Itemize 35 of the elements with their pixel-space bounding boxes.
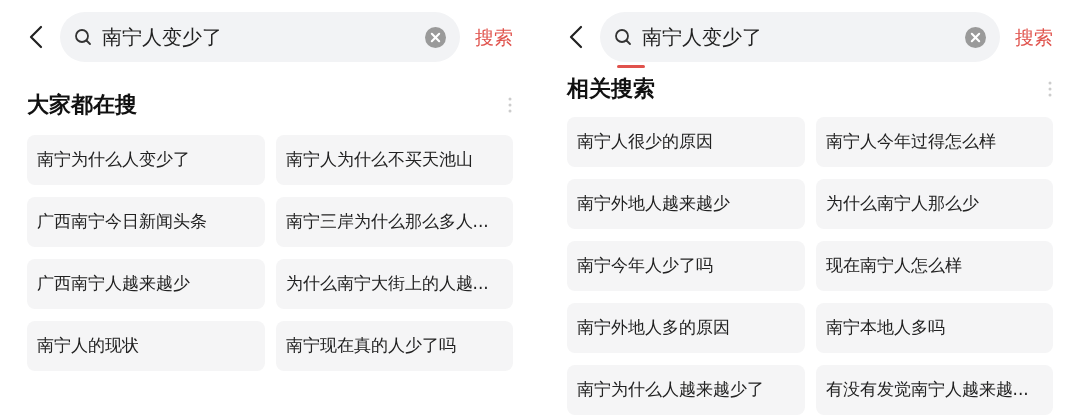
suggestion-chip[interactable]: 南宁人为什么不买天池山: [275, 135, 513, 185]
suggestion-chip[interactable]: 为什么南宁人那么少: [815, 179, 1053, 229]
search-icon: [74, 28, 92, 46]
clear-icon[interactable]: [965, 26, 986, 48]
suggestion-chip[interactable]: 南宁人很少的原因: [567, 117, 805, 167]
suggestion-chip[interactable]: 有没有发觉南宁人越来越...: [815, 365, 1053, 415]
search-field[interactable]: 南宁人变少了: [60, 12, 460, 62]
suggestion-chip[interactable]: 南宁今年人少了吗: [567, 241, 805, 291]
search-button[interactable]: 搜索: [475, 22, 513, 52]
search-icon: [614, 28, 632, 46]
search-field[interactable]: 南宁人变少了: [600, 12, 1000, 62]
suggestion-chip[interactable]: 南宁本地人多吗: [815, 303, 1053, 353]
search-query: 南宁人变少了: [642, 24, 763, 51]
suggestion-chip[interactable]: 南宁外地人多的原因: [567, 303, 805, 353]
back-icon[interactable]: [29, 25, 43, 49]
suggestion-chip[interactable]: 南宁人的现状: [27, 321, 265, 371]
search-query: 南宁人变少了: [102, 24, 223, 51]
suggestion-chip[interactable]: 南宁外地人越来越少: [567, 179, 805, 229]
section-heading: 大家都在搜: [27, 92, 137, 118]
suggestion-chip[interactable]: 南宁为什么人变少了: [27, 135, 265, 185]
section-heading: 相关搜索: [567, 76, 655, 102]
search-button[interactable]: 搜索: [1015, 22, 1053, 52]
clear-icon[interactable]: [425, 26, 446, 48]
tab-underline: [617, 65, 645, 68]
more-icon[interactable]: [1048, 81, 1052, 97]
suggestion-chip[interactable]: 南宁现在真的人少了吗: [275, 321, 513, 371]
suggestion-chip[interactable]: 南宁为什么人越来越少了: [567, 365, 805, 415]
suggestion-chip[interactable]: 南宁三岸为什么那么多人...: [275, 197, 513, 247]
suggestion-chip[interactable]: 南宁人今年过得怎么样: [815, 117, 1053, 167]
back-icon[interactable]: [569, 25, 583, 49]
suggestion-chip[interactable]: 为什么南宁大街上的人越...: [275, 259, 513, 309]
suggestion-chip[interactable]: 广西南宁今日新闻头条: [27, 197, 265, 247]
suggestion-chip[interactable]: 广西南宁人越来越少: [27, 259, 265, 309]
more-icon[interactable]: [508, 97, 512, 113]
suggestion-chip[interactable]: 现在南宁人怎么样: [815, 241, 1053, 291]
